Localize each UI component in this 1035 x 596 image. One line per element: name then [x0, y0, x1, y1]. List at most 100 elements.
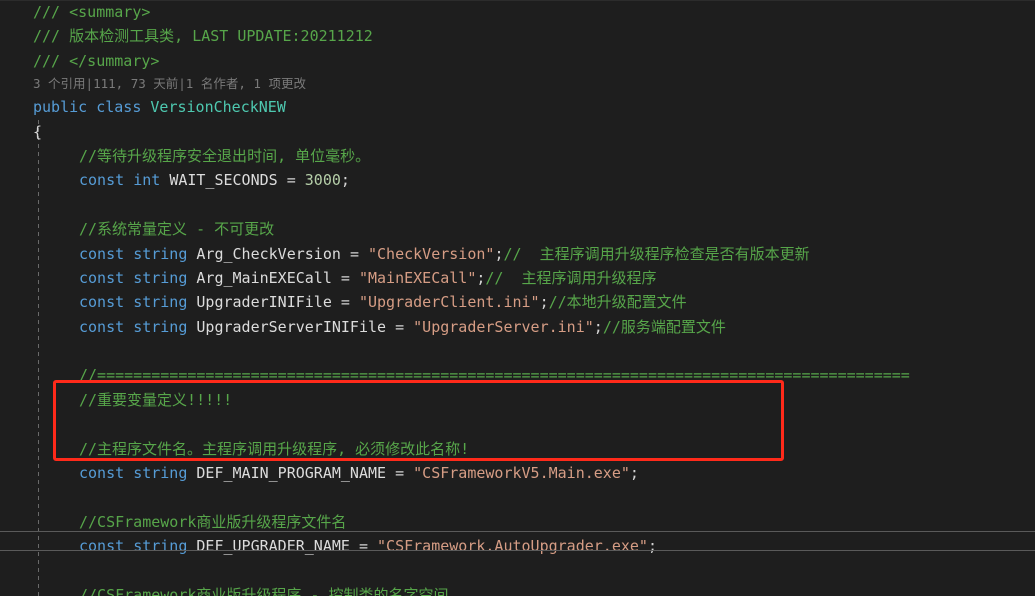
- code-line-17[interactable]: //重要变量定义!!!!!: [0, 388, 1035, 412]
- current-line-top-border: [0, 531, 1035, 532]
- code-line-20[interactable]: const string DEF_MAIN_PROGRAM_NAME = "CS…: [0, 461, 1035, 485]
- code-line-7[interactable]: //等待升级程序安全退出时间, 单位毫秒。: [0, 144, 1035, 168]
- string-mainexecall: "MainEXECall": [358, 268, 477, 287]
- assign-operator: =: [286, 171, 296, 190]
- semicolon: ;: [340, 171, 350, 190]
- keyword-class: class: [96, 98, 142, 117]
- code-line-1[interactable]: /// <summary>: [0, 0, 1035, 24]
- codelens-text[interactable]: 3 个引用|111, 73 天前|1 名作者, 1 项更改: [33, 76, 306, 91]
- keyword-const: const: [79, 464, 125, 483]
- type-string: string: [133, 293, 188, 312]
- keyword-const: const: [79, 171, 125, 190]
- code-line-3[interactable]: /// </summary>: [0, 49, 1035, 73]
- code-line-11[interactable]: const string Arg_CheckVersion = "CheckVe…: [0, 242, 1035, 266]
- class-name-versioncheck: VersionCheckNEW: [150, 98, 286, 117]
- code-line-5[interactable]: public class VersionCheckNEW: [0, 95, 1035, 119]
- keyword-const: const: [79, 268, 125, 287]
- code-editor-surface[interactable]: /// <summary> /// 版本检测工具类, LAST UPDATE:2…: [0, 0, 1035, 596]
- identifier-def-main-program-name: DEF_MAIN_PROGRAM_NAME: [196, 464, 387, 483]
- keyword-const: const: [79, 317, 125, 336]
- doc-comment-summary-text: 版本检测工具类,: [69, 27, 193, 46]
- code-line-23[interactable]: const string DEF_UPGRADER_NAME = "CSFram…: [0, 534, 1035, 558]
- semicolon: ;: [629, 464, 639, 483]
- code-line-21-blank[interactable]: [0, 485, 1035, 509]
- type-string: string: [133, 317, 188, 336]
- type-string: string: [133, 464, 188, 483]
- code-line-10[interactable]: //系统常量定义 - 不可更改: [0, 217, 1035, 241]
- number-3000: 3000: [304, 171, 341, 190]
- doc-comment-tag-close: </summary>: [69, 51, 160, 70]
- code-line-6[interactable]: {: [0, 120, 1035, 144]
- code-line-2[interactable]: /// 版本检测工具类, LAST UPDATE:20211212: [0, 24, 1035, 48]
- code-line-13[interactable]: const string UpgraderINIFile = "Upgrader…: [0, 290, 1035, 314]
- type-string: string: [133, 244, 188, 263]
- identifier-upgraderserverinifile: UpgraderServerINIFile: [196, 317, 387, 336]
- code-line-12[interactable]: const string Arg_MainEXECall = "MainEXEC…: [0, 266, 1035, 290]
- codelens-bar[interactable]: 3 个引用|111, 73 天前|1 名作者, 1 项更改: [0, 73, 1035, 95]
- trailing-comment-local-config: //本地升级配置文件: [548, 293, 687, 312]
- code-line-14[interactable]: const string UpgraderServerINIFile = "Up…: [0, 315, 1035, 339]
- code-line-9-blank[interactable]: [0, 193, 1035, 217]
- code-line-8[interactable]: const int WAIT_SECONDS = 3000;: [0, 168, 1035, 192]
- code-line-18-blank[interactable]: [0, 412, 1035, 436]
- code-content[interactable]: /// <summary> /// 版本检测工具类, LAST UPDATE:2…: [0, 0, 1035, 596]
- code-line-24-blank[interactable]: [0, 559, 1035, 583]
- open-brace: {: [33, 122, 43, 141]
- code-line-16[interactable]: //======================================…: [0, 363, 1035, 387]
- assign-operator: =: [395, 317, 405, 336]
- string-upgraderclient-ini: "UpgraderClient.ini": [358, 293, 540, 312]
- keyword-const: const: [79, 293, 125, 312]
- string-upgraderserver-ini: "UpgraderServer.ini": [413, 317, 594, 336]
- string-checkversion: "CheckVersion": [368, 244, 495, 263]
- doc-comment-prefix: ///: [33, 27, 70, 46]
- keyword-const: const: [79, 244, 125, 263]
- comment-upgrader-namespace: //CSFramework商业版升级程序 - 控制类的名字空间: [79, 585, 449, 596]
- identifier-upgraderinifile: UpgraderINIFile: [196, 293, 332, 312]
- keyword-const: const: [79, 537, 125, 556]
- code-line-19[interactable]: //主程序文件名。主程序调用升级程序, 必须修改此名称!: [0, 437, 1035, 461]
- type-int: int: [133, 171, 161, 190]
- doc-comment-prefix: ///: [33, 51, 70, 70]
- type-string: string: [133, 268, 188, 287]
- code-line-15-blank[interactable]: [0, 339, 1035, 363]
- assign-operator: =: [349, 244, 359, 263]
- trailing-comment-mainexecall: // 主程序调用升级程序: [485, 268, 657, 287]
- string-csframework-autoupgrader-exe: "CSFramework.AutoUpgrader.exe": [377, 537, 648, 556]
- current-line-bottom-border: [0, 550, 1035, 551]
- code-line-25[interactable]: //CSFramework商业版升级程序 - 控制类的名字空间: [0, 583, 1035, 596]
- trailing-comment-checkversion: // 主程序调用升级程序检查是否有版本更新: [503, 244, 810, 263]
- comment-important-variables: //重要变量定义!!!!!: [79, 390, 233, 409]
- assign-operator: =: [395, 464, 405, 483]
- comment-upgrader-filename: //CSFramework商业版升级程序文件名: [79, 512, 347, 531]
- doc-comment-last-update: LAST UPDATE:20211212: [192, 27, 373, 46]
- comment-system-constants: //系统常量定义 - 不可更改: [79, 220, 275, 239]
- doc-comment-prefix: ///: [33, 3, 70, 21]
- trailing-comment-server-config: //服务端配置文件: [602, 317, 726, 336]
- string-csframeworkv5-main-exe: "CSFrameworkV5.Main.exe": [413, 464, 630, 483]
- comment-wait-seconds: //等待升级程序安全退出时间, 单位毫秒。: [79, 146, 371, 165]
- assign-operator: =: [358, 537, 368, 556]
- semicolon: ;: [593, 317, 603, 336]
- assign-operator: =: [340, 268, 350, 287]
- type-string: string: [133, 537, 188, 556]
